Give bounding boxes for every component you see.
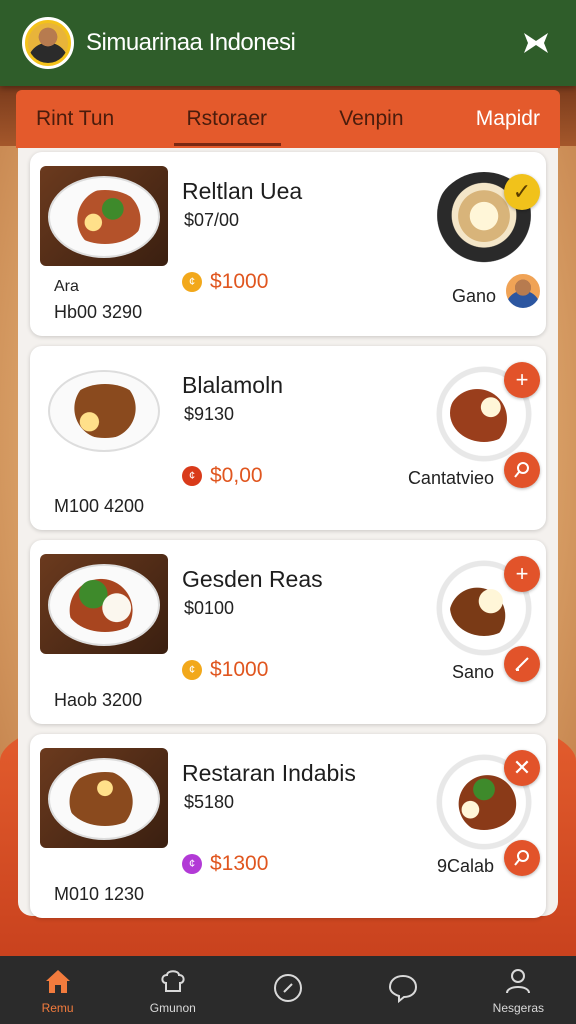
side-label: Sano bbox=[451, 662, 494, 682]
close-icon[interactable]: ✕ bbox=[504, 750, 540, 786]
avatar-image bbox=[28, 23, 68, 63]
nav-explore[interactable] bbox=[238, 972, 338, 1008]
card-stat-value: Haob 3200 bbox=[54, 690, 143, 710]
reviewer-avatar[interactable] bbox=[504, 272, 542, 310]
search-icon[interactable] bbox=[504, 452, 540, 488]
tab-restaurant[interactable]: Rstoraer bbox=[174, 90, 281, 148]
category-tabs: Rint Tun Rstoraer Venpin Mapidr bbox=[16, 90, 560, 148]
add-icon[interactable]: + bbox=[504, 362, 540, 398]
app-header: Simuarinaa Indonesi bbox=[0, 0, 576, 86]
nav-profile[interactable]: Nesgeras bbox=[468, 965, 568, 1015]
promo-price: ¢ $0,00 bbox=[182, 464, 263, 488]
restaurant-name: Restaran Indabis bbox=[182, 760, 356, 786]
restaurant-card[interactable]: Haob 3200 Gesden Reas $0100 ¢ $1000 + Sa… bbox=[30, 540, 546, 724]
compass-icon bbox=[273, 974, 302, 1002]
restaurant-name: Gesden Reas bbox=[182, 566, 323, 592]
add-icon[interactable]: + bbox=[504, 556, 540, 592]
user-avatar[interactable] bbox=[22, 17, 74, 69]
tab-venpin[interactable]: Venpin bbox=[339, 90, 403, 148]
search-icon[interactable] bbox=[504, 840, 540, 876]
dish-photo bbox=[40, 166, 168, 266]
card-stat-value: Hb00 3290 bbox=[54, 302, 143, 322]
restaurant-card[interactable]: Ara Hb00 3290 Reltlan Uea $07/00 ¢ $1000… bbox=[30, 152, 546, 336]
nav-home-label: Remu bbox=[41, 1001, 74, 1015]
promo-price: ¢ $1300 bbox=[182, 852, 268, 876]
tab-rint-tun[interactable]: Rint Tun bbox=[36, 90, 114, 148]
promo-price-value: $1000 bbox=[210, 270, 269, 293]
restaurant-price: $0100 bbox=[184, 598, 235, 618]
restaurant-name: Reltlan Uea bbox=[182, 178, 303, 204]
nav-chef-label: Gmunon bbox=[149, 1001, 196, 1015]
restaurant-name: Blalamoln bbox=[182, 372, 283, 398]
dish-photo bbox=[40, 748, 168, 848]
restaurant-price: $9130 bbox=[184, 404, 235, 424]
restaurant-list: Ara Hb00 3290 Reltlan Uea $07/00 ¢ $1000… bbox=[18, 148, 558, 918]
side-label: 9Calab bbox=[436, 856, 494, 876]
check-icon[interactable]: ✓ bbox=[504, 174, 540, 210]
promo-price-value: $1000 bbox=[210, 658, 269, 681]
promo-price: ¢ $1000 bbox=[182, 658, 268, 682]
home-icon bbox=[45, 970, 70, 993]
nav-profile-label: Nesgeras bbox=[492, 1001, 545, 1015]
card-stat-value: M100 4200 bbox=[54, 496, 145, 516]
nav-home[interactable]: Remu bbox=[8, 965, 108, 1015]
side-label: Gano bbox=[451, 286, 496, 306]
dish-photo bbox=[40, 554, 168, 654]
edit-icon[interactable] bbox=[504, 646, 540, 682]
dish-photo bbox=[40, 360, 168, 460]
promo-price-value: $0,00 bbox=[210, 464, 263, 487]
nav-chat[interactable] bbox=[353, 972, 453, 1008]
promo-price: ¢ $1000 bbox=[182, 270, 268, 294]
side-label: Cantatvieo bbox=[407, 468, 494, 488]
restaurant-price: $5180 bbox=[184, 792, 235, 812]
promo-price-value: $1300 bbox=[210, 852, 269, 875]
coin-icon: ¢ bbox=[182, 272, 202, 292]
chef-icon bbox=[161, 970, 185, 992]
restaurant-card[interactable]: M100 4200 Blalamoln $9130 ¢ $0,00 + Cant… bbox=[30, 346, 546, 530]
restaurant-card[interactable]: M010 1230 Restaran Indabis $5180 ¢ $1300… bbox=[30, 734, 546, 918]
nav-chef[interactable]: Gmunon bbox=[123, 965, 223, 1015]
restaurant-price: $07/00 bbox=[184, 210, 240, 230]
profile-icon bbox=[506, 969, 531, 994]
tab-map[interactable]: Mapidr bbox=[476, 90, 540, 148]
coin-icon: ¢ bbox=[182, 660, 202, 680]
bottom-navigation: Remu Gmunon Nesgeras bbox=[0, 956, 576, 1024]
app-title: Simuarinaa Indonesi bbox=[86, 29, 296, 56]
card-stat-label: Ara bbox=[54, 278, 79, 295]
card-stat-value: M010 1230 bbox=[54, 884, 145, 904]
coin-icon: ¢ bbox=[182, 854, 202, 874]
close-icon[interactable] bbox=[518, 25, 554, 61]
chat-icon bbox=[389, 974, 418, 1004]
coin-icon: ¢ bbox=[182, 466, 202, 486]
